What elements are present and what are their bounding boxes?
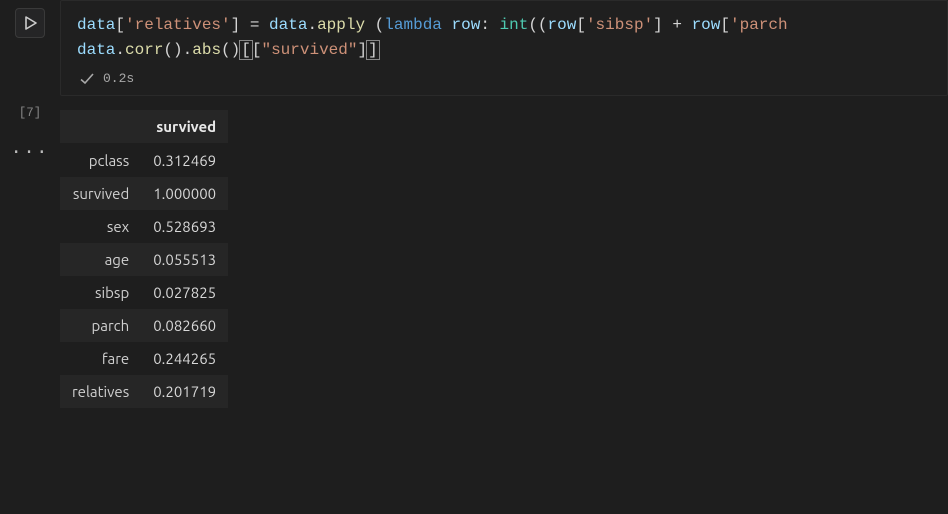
play-icon (23, 16, 37, 30)
row-label: pclass (60, 143, 141, 177)
row-value: 0.055513 (141, 243, 228, 276)
code-token: data (77, 41, 115, 59)
table-row: survived1.000000 (60, 177, 228, 210)
cell-output: survived pclass0.312469 survived1.000000… (60, 110, 948, 408)
column-header: survived (141, 110, 228, 144)
table-row: pclass0.312469 (60, 143, 228, 177)
row-label: sibsp (60, 276, 141, 309)
row-label: parch (60, 309, 141, 342)
row-value: 1.000000 (141, 177, 228, 210)
code-token: 'relatives' (125, 16, 231, 34)
row-value: 0.082660 (141, 309, 228, 342)
row-label: age (60, 243, 141, 276)
status-time: 0.2s (103, 69, 134, 89)
cell-more-actions[interactable]: ··· (11, 142, 50, 163)
table-row: sex0.528693 (60, 210, 228, 243)
dataframe-table: survived pclass0.312469 survived1.000000… (60, 110, 228, 408)
row-label: fare (60, 342, 141, 375)
code-token: corr (125, 41, 163, 59)
code-token: apply (317, 16, 365, 34)
execution-count: [7] (19, 106, 42, 120)
cursor-on-bracket: ] (367, 41, 379, 59)
code-token: int (500, 16, 529, 34)
code-token: data (269, 16, 307, 34)
row-value: 0.244265 (141, 342, 228, 375)
row-label: survived (60, 177, 141, 210)
table-header-row: survived (60, 110, 228, 144)
notebook-cell: [7] ··· data['relatives'] = data.apply (… (0, 0, 948, 408)
cursor-on-bracket: [ (240, 41, 252, 59)
row-value: 0.027825 (141, 276, 228, 309)
row-value: 0.528693 (141, 210, 228, 243)
table-row: relatives0.201719 (60, 375, 228, 408)
run-cell-button[interactable] (15, 8, 45, 38)
cell-body: data['relatives'] = data.apply (lambda r… (60, 0, 948, 408)
table-row: age0.055513 (60, 243, 228, 276)
code-token: lambda (384, 16, 442, 34)
code-token: 'sibsp' (586, 16, 653, 34)
code-token: abs (192, 41, 221, 59)
row-value: 0.312469 (141, 143, 228, 177)
code-token: data (77, 16, 115, 34)
row-label: relatives (60, 375, 141, 408)
code-token: row (452, 16, 481, 34)
check-icon (79, 71, 95, 87)
cell-status: 0.2s (77, 69, 931, 89)
table-row: parch0.082660 (60, 309, 228, 342)
code-token: "survived" (261, 41, 357, 59)
index-header (60, 110, 141, 144)
table-row: fare0.244265 (60, 342, 228, 375)
row-label: sex (60, 210, 141, 243)
cell-gutter: [7] ··· (0, 0, 60, 163)
code-editor[interactable]: data['relatives'] = data.apply (lambda r… (60, 0, 948, 96)
row-value: 0.201719 (141, 375, 228, 408)
table-row: sibsp0.027825 (60, 276, 228, 309)
code-token: 'parch (730, 16, 788, 34)
